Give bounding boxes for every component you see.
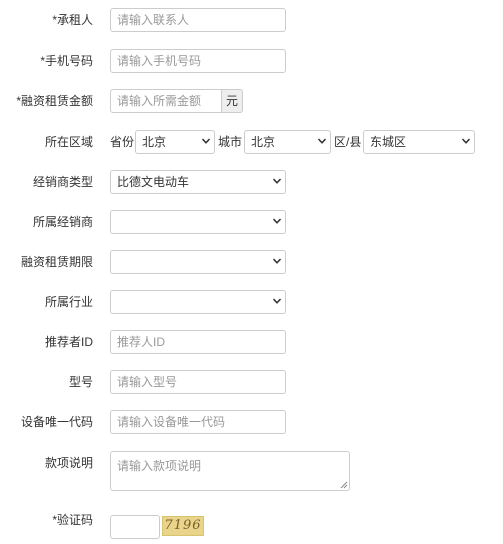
phone-input[interactable] bbox=[110, 49, 286, 73]
referrer-input[interactable] bbox=[110, 330, 286, 354]
model-label: 型号 bbox=[68, 375, 93, 389]
city-label: 城市 bbox=[218, 135, 243, 149]
lease-term-label: 融资租赁期限 bbox=[20, 255, 93, 269]
province-select[interactable]: 北京 bbox=[135, 130, 215, 154]
captcha-label: *验证码 bbox=[52, 513, 93, 527]
dealer-select[interactable] bbox=[110, 210, 286, 234]
industry-label: 所属行业 bbox=[44, 295, 93, 309]
description-textarea[interactable] bbox=[110, 451, 350, 491]
captcha-input[interactable] bbox=[110, 515, 160, 539]
lease-term-select[interactable] bbox=[110, 250, 286, 274]
amount-unit-addon: 元 bbox=[222, 89, 243, 113]
dealer-type-select[interactable]: 比德文电动车 bbox=[110, 170, 286, 194]
industry-select[interactable] bbox=[110, 290, 286, 314]
district-label: 区/县 bbox=[334, 135, 362, 149]
dealer-label: 所属经销商 bbox=[32, 215, 93, 229]
referrer-label: 推荐者ID bbox=[44, 335, 93, 349]
model-input[interactable] bbox=[110, 370, 286, 394]
dealer-type-label: 经销商类型 bbox=[32, 175, 93, 189]
description-label: 款项说明 bbox=[44, 456, 93, 470]
amount-input[interactable] bbox=[110, 89, 222, 113]
lessee-label: *承租人 bbox=[52, 13, 93, 27]
city-select[interactable]: 北京 bbox=[244, 130, 331, 154]
amount-label: *融资租赁金额 bbox=[16, 94, 93, 108]
lessee-input[interactable] bbox=[110, 8, 286, 32]
phone-label: *手机号码 bbox=[40, 54, 93, 68]
device-code-label: 设备唯一代码 bbox=[20, 415, 93, 429]
captcha-image[interactable]: 7196 bbox=[162, 516, 204, 536]
district-select[interactable]: 东城区 bbox=[363, 130, 475, 154]
region-label: 所在区域 bbox=[44, 135, 93, 149]
province-label: 省份 bbox=[110, 135, 135, 149]
device-code-input[interactable] bbox=[110, 410, 286, 434]
